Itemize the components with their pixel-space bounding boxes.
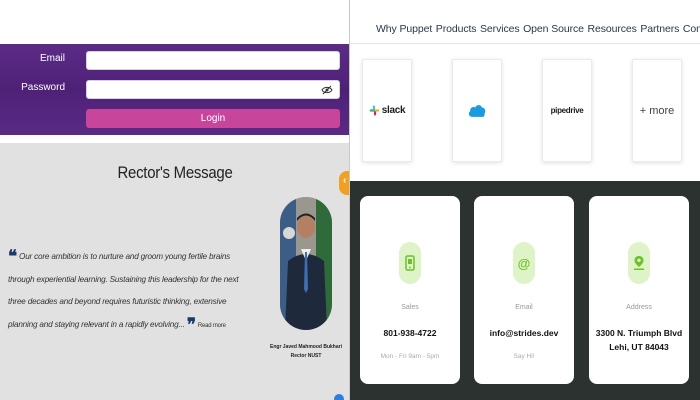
email-label: Email (39, 53, 65, 64)
nav-link[interactable]: Why Puppet (376, 23, 432, 35)
chat-widget-button[interactable] (334, 394, 344, 400)
salesforce-cloud-icon (468, 104, 486, 117)
nav-link[interactable]: Partners (640, 23, 679, 35)
phone-number[interactable]: 801-938-4722 (360, 326, 460, 340)
phone-icon (405, 255, 415, 271)
rector-designation: Rector NUST (290, 353, 322, 359)
address-line-2: Lehi, UT 84043 (609, 342, 669, 352)
company-page: Why Puppet Products Services Open Source Res… (350, 0, 700, 400)
contact-section: Sales 801-938-4722 Mon - Fri 9am - 5pm @… (350, 181, 700, 400)
login-button[interactable]: Login (86, 109, 340, 128)
read-more-link[interactable]: Read more (198, 323, 226, 329)
login-panel: Email Password Login (0, 44, 350, 135)
email-address[interactable]: info@strides.dev (474, 326, 574, 340)
nav-link[interactable]: Company (683, 23, 700, 35)
nav-link[interactable]: Resources (587, 23, 636, 35)
password-row: Password (0, 80, 350, 100)
street-address[interactable]: 3300 N. Triumph Blvd Lehi, UT 84043 (589, 326, 689, 354)
rector-name: Engr Javed Mahmood Bukhari (270, 344, 342, 350)
rector-quote: ❝ Our core ambition is to nurture and gr… (8, 246, 250, 337)
close-quote-icon: ❞ (186, 314, 196, 335)
rector-message-section: Rector's Message ❝ Our core ambition is … (0, 143, 350, 400)
at-sign-icon: @ (517, 255, 531, 271)
rector-portrait-icon (280, 197, 332, 330)
nav-link[interactable]: Open Source (523, 23, 584, 35)
rector-title: Rector's Message (117, 163, 233, 182)
business-hours: Mon - Fri 9am - 5pm (380, 353, 440, 360)
email-subtext: Say Hi! (513, 353, 535, 360)
integration-card-pipedrive[interactable]: pipedrive (542, 59, 592, 162)
email-row: Email (0, 51, 350, 71)
rector-photo (280, 197, 332, 330)
integration-card-slack[interactable]: slack (362, 59, 412, 162)
contact-title: Email (515, 304, 533, 311)
rector-caption: Engr Javed Mahmood Bukhari Rector NUST (266, 343, 346, 361)
eye-icon[interactable] (321, 84, 333, 96)
map-pin-icon (634, 256, 644, 270)
slack-logo-text: slack (381, 105, 406, 116)
open-quote-icon: ❝ (8, 247, 17, 267)
nav-link[interactable]: Products (436, 23, 477, 35)
at-sign-icon-badge: @ (513, 242, 535, 284)
nav-links: Why Puppet Products Services Open Source Res… (376, 23, 700, 35)
chevron-left-icon: ‹ (343, 175, 347, 186)
integration-card-salesforce[interactable] (452, 59, 502, 162)
password-label: Password (21, 82, 65, 93)
slack-icon (369, 105, 380, 116)
address-line-1: 3300 N. Triumph Blvd (595, 328, 683, 338)
phone-icon-badge (399, 242, 421, 284)
top-navigation: Why Puppet Products Services Open Source Res… (350, 0, 700, 44)
rector-quote-text: Our core ambition is to nurture and groo… (8, 252, 239, 329)
map-pin-icon-badge (628, 242, 650, 284)
contact-card-address: Address 3300 N. Triumph Blvd Lehi, UT 84… (589, 196, 689, 384)
contact-title: Address (626, 304, 652, 311)
contact-title: Sales (401, 304, 419, 311)
university-page: Email Password Login Rector's Message ❝ … (0, 0, 350, 400)
pipedrive-logo-text: pipedrive (550, 106, 584, 115)
more-integrations-label: + more (639, 104, 675, 117)
email-field[interactable] (86, 51, 340, 70)
contact-card-sales: Sales 801-938-4722 Mon - Fri 9am - 5pm (360, 196, 460, 384)
nav-link[interactable]: Services (480, 23, 520, 35)
contact-card-email: @ Email info@strides.dev Say Hi! (474, 196, 574, 384)
integration-card-more[interactable]: + more (632, 59, 682, 162)
password-field[interactable] (86, 80, 340, 99)
